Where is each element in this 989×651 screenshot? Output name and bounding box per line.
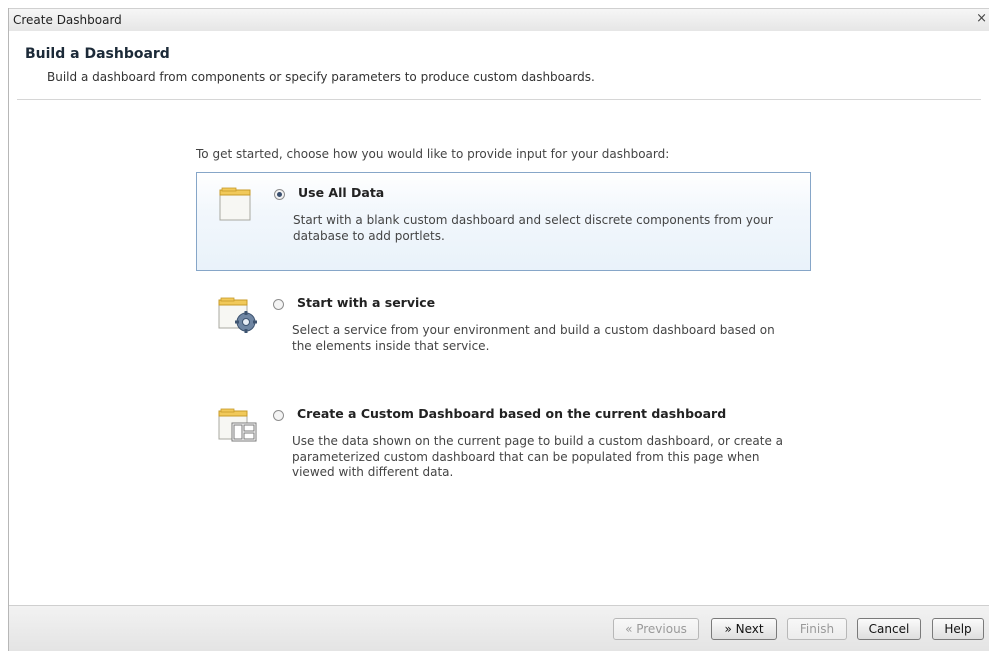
header-divider xyxy=(17,99,981,100)
option-description: Start with a blank custom dashboard and … xyxy=(293,213,773,243)
service-gear-icon xyxy=(218,297,257,333)
option-custom-from-current[interactable]: Create a Custom Dashboard based on the c… xyxy=(196,394,811,493)
previous-button[interactable]: « Previous xyxy=(613,618,699,640)
option-description: Use the data shown on the current page t… xyxy=(292,434,783,479)
radio-custom-from-current[interactable] xyxy=(273,410,284,421)
wizard-header: Build a Dashboard Build a dashboard from… xyxy=(9,31,989,99)
option-description: Select a service from your environment a… xyxy=(292,323,775,353)
page-title: Build a Dashboard xyxy=(25,46,170,62)
wizard-footer: « Previous » Next Finish Cancel Help xyxy=(9,605,989,651)
option-use-all-data[interactable]: Use All Data Start with a blank custom d… xyxy=(196,172,811,271)
option-label: Use All Data xyxy=(298,185,385,200)
option-start-with-service[interactable]: Start with a service Select a service fr… xyxy=(196,283,811,382)
radio-use-all-data[interactable] xyxy=(274,189,285,200)
intro-text: To get started, choose how you would lik… xyxy=(196,147,670,161)
blank-page-icon xyxy=(219,187,251,221)
create-dashboard-dialog: Create Dashboard × Build a Dashboard Bui… xyxy=(8,8,989,651)
radio-start-with-service[interactable] xyxy=(273,299,284,310)
page-subtitle: Build a dashboard from components or spe… xyxy=(47,70,595,84)
window-title: Create Dashboard xyxy=(13,13,122,27)
layout-page-icon xyxy=(218,408,257,442)
finish-button[interactable]: Finish xyxy=(787,618,847,640)
option-label: Create a Custom Dashboard based on the c… xyxy=(297,406,727,421)
cancel-button[interactable]: Cancel xyxy=(857,618,921,640)
close-icon[interactable]: × xyxy=(976,11,987,26)
help-button[interactable]: Help xyxy=(932,618,984,640)
option-label: Start with a service xyxy=(297,295,436,310)
title-bar: Create Dashboard × xyxy=(9,8,989,32)
next-button[interactable]: » Next xyxy=(711,618,777,640)
